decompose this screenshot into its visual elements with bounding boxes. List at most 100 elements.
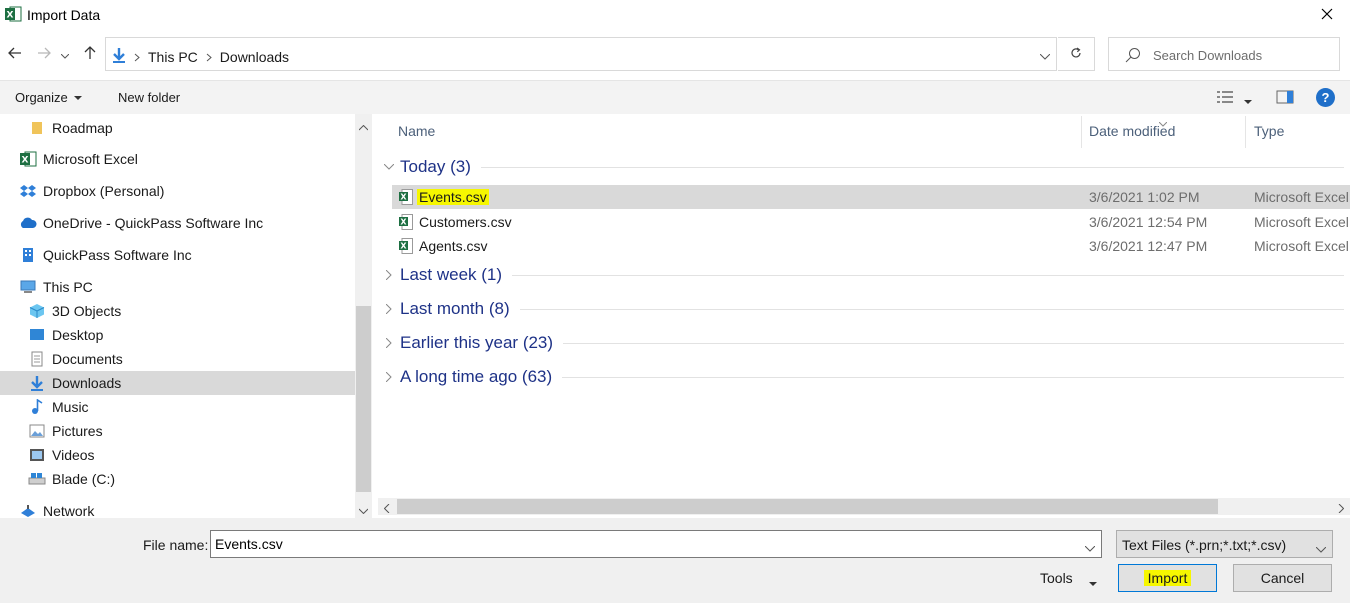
music-icon: [28, 399, 46, 415]
chevron-down-icon[interactable]: [1039, 48, 1051, 63]
close-button[interactable]: [1304, 0, 1350, 30]
pictures-icon: [28, 423, 46, 439]
sidebar-item-music[interactable]: Music: [0, 395, 355, 419]
sidebar-item-label: Dropbox (Personal): [43, 183, 165, 199]
group-earlier-this-year[interactable]: Earlier this year (23): [382, 330, 1344, 356]
sidebar-item-label: Videos: [52, 447, 95, 463]
breadcrumb-this-pc[interactable]: This PC: [148, 49, 198, 65]
chevron-down-icon[interactable]: [1084, 540, 1096, 555]
dropbox-icon: [19, 183, 37, 199]
import-button[interactable]: Import: [1118, 564, 1217, 592]
excel-csv-icon: X: [399, 189, 413, 208]
column-header-name[interactable]: Name: [398, 114, 1078, 148]
group-label: Last month (8): [400, 299, 510, 318]
sidebar-item-videos[interactable]: Videos: [0, 443, 355, 467]
sidebar-item-quickpass-software-inc[interactable]: QuickPass Software Inc: [0, 243, 355, 267]
column-type-label: Type: [1254, 123, 1285, 139]
group-label: Today (3): [400, 157, 471, 176]
file-row[interactable]: X Events.csv 3/6/2021 1:02 PM Microsoft …: [392, 185, 1350, 209]
sidebar-item-dropbox-personal[interactable]: Dropbox (Personal): [0, 179, 355, 203]
group-last-month[interactable]: Last month (8): [382, 296, 1344, 322]
arrow-up-icon: [84, 45, 96, 63]
search-input[interactable]: [1153, 45, 1333, 65]
back-button[interactable]: [5, 44, 25, 64]
tools-button[interactable]: Tools: [1040, 570, 1073, 586]
sidebar-item-desktop[interactable]: Desktop: [0, 323, 355, 347]
file-name-combobox[interactable]: [210, 530, 1102, 558]
details-view-icon[interactable]: [1216, 89, 1234, 108]
chevron-down-icon[interactable]: [1244, 93, 1252, 108]
scrollbar-thumb[interactable]: [356, 306, 371, 492]
search-box[interactable]: [1108, 37, 1340, 71]
excel-csv-icon: X: [399, 214, 413, 233]
recent-locations-button[interactable]: [58, 44, 72, 64]
scroll-up-icon[interactable]: [358, 119, 369, 134]
refresh-icon: [1070, 47, 1082, 62]
sidebar-item-network[interactable]: Network: [0, 499, 355, 518]
file-list-scrollbar[interactable]: [378, 498, 1350, 515]
group-today[interactable]: Today (3): [382, 154, 1344, 180]
sidebar-item-label: Microsoft Excel: [43, 151, 138, 167]
navigation-scrollbar[interactable]: [355, 114, 372, 518]
scroll-left-icon[interactable]: [383, 501, 390, 516]
file-type: Microsoft Excel C: [1254, 189, 1350, 205]
file-name-input[interactable]: [215, 536, 1075, 552]
sidebar-item-label: 3D Objects: [52, 303, 122, 319]
search-icon: [1125, 47, 1141, 66]
sidebar-item-label: Downloads: [52, 375, 122, 391]
address-bar[interactable]: This PC Downloads: [105, 37, 1057, 71]
onedrive-icon: [19, 215, 37, 231]
group-label: Last week (1): [400, 265, 503, 284]
sidebar-item-label: Desktop: [52, 327, 104, 343]
column-divider[interactable]: [1081, 116, 1082, 148]
dialog-footer: File name: Text Files (*.prn;*.txt;*.csv…: [0, 518, 1350, 603]
column-header-type[interactable]: Type: [1254, 114, 1350, 148]
chevron-down-icon: [1315, 540, 1327, 556]
sidebar-item-3d-objects[interactable]: 3D Objects: [0, 299, 355, 323]
group-divider: [562, 376, 1344, 378]
column-name-label: Name: [398, 123, 436, 139]
file-type: Microsoft Excel C: [1254, 214, 1350, 230]
excel-csv-icon: X: [399, 238, 413, 257]
file-row[interactable]: X Customers.csv 3/6/2021 12:54 PM Micros…: [392, 210, 1350, 234]
sidebar-item-onedrive-quickpass-software-inc[interactable]: OneDrive - QuickPass Software Inc: [0, 211, 355, 235]
file-date: 3/6/2021 12:54 PM: [1089, 214, 1208, 230]
file-date: 3/6/2021 12:47 PM: [1089, 238, 1208, 254]
scroll-right-icon[interactable]: [1338, 501, 1345, 516]
group-divider: [563, 342, 1344, 344]
group-long-time-ago[interactable]: A long time ago (63): [382, 364, 1344, 390]
sidebar-item-this-pc[interactable]: This PC: [0, 275, 355, 299]
up-button[interactable]: [80, 44, 100, 64]
new-folder-button[interactable]: New folder: [118, 90, 180, 105]
file-row[interactable]: X Agents.csv 3/6/2021 12:47 PM Microsoft…: [392, 234, 1350, 258]
sidebar-item-microsoft-excel[interactable]: X Microsoft Excel: [0, 147, 355, 171]
refresh-button[interactable]: [1058, 37, 1095, 71]
sidebar-item-pictures[interactable]: Pictures: [0, 419, 355, 443]
drive-icon: [28, 471, 46, 487]
title-bar: X Import Data: [0, 0, 1350, 30]
column-divider[interactable]: [1245, 116, 1246, 148]
sidebar-item-documents[interactable]: Documents: [0, 347, 355, 371]
help-button[interactable]: ?: [1316, 88, 1335, 107]
forward-button[interactable]: [34, 44, 54, 64]
organize-button[interactable]: Organize: [15, 90, 83, 105]
breadcrumb-downloads[interactable]: Downloads: [220, 49, 289, 65]
preview-pane-icon[interactable]: [1276, 89, 1294, 108]
cancel-button[interactable]: Cancel: [1233, 564, 1332, 592]
file-name: Events.csv: [417, 189, 489, 205]
import-label: Import: [1143, 570, 1192, 586]
chevron-down-icon[interactable]: [1089, 575, 1097, 590]
chevron-right-icon: [382, 304, 396, 314]
file-type-select[interactable]: Text Files (*.prn;*.txt;*.csv): [1116, 530, 1333, 558]
sort-indicator-icon: [1158, 115, 1168, 130]
scroll-down-icon[interactable]: [358, 502, 369, 517]
window-title: Import Data: [27, 7, 101, 23]
sidebar-item-downloads[interactable]: Downloads: [0, 371, 355, 395]
sidebar-item-roadmap[interactable]: Roadmap: [0, 116, 355, 140]
svg-text:X: X: [7, 11, 14, 21]
svg-text:X: X: [400, 193, 407, 202]
sidebar-item-label: Documents: [52, 351, 123, 367]
group-last-week[interactable]: Last week (1): [382, 262, 1344, 288]
scrollbar-thumb[interactable]: [397, 499, 1218, 514]
sidebar-item-blade-c[interactable]: Blade (C:): [0, 467, 355, 491]
